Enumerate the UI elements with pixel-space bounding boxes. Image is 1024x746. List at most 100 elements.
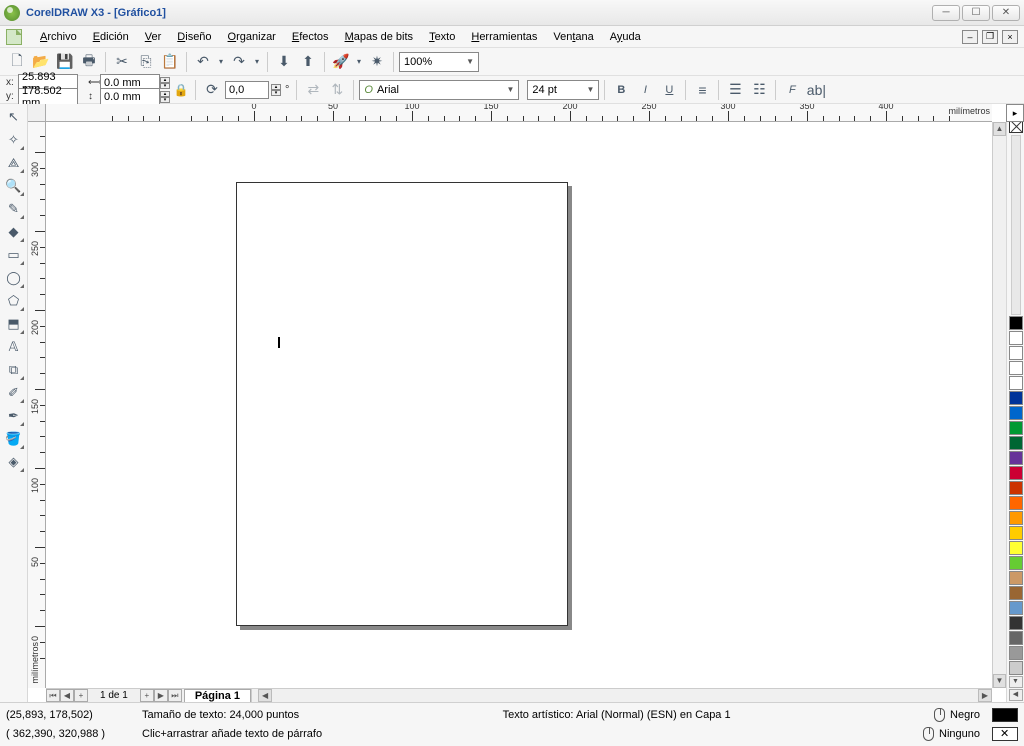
menu-ver[interactable]: Ver: [137, 29, 170, 45]
color-swatch-1[interactable]: [1009, 331, 1023, 345]
menu-herramientas[interactable]: Herramientas: [463, 29, 545, 45]
basic-shapes-tool[interactable]: ⬒: [3, 313, 25, 335]
bold-button[interactable]: B: [610, 79, 632, 101]
color-swatch-8[interactable]: [1009, 436, 1023, 450]
canvas-viewport[interactable]: [46, 122, 992, 688]
scroll-left-button[interactable]: ◀: [258, 689, 272, 702]
pick-tool[interactable]: ↖: [3, 106, 25, 128]
underline-button[interactable]: U: [658, 79, 680, 101]
color-swatch-14[interactable]: [1009, 526, 1023, 540]
crop-tool[interactable]: ⟁: [3, 152, 25, 174]
angle-field[interactable]: 0,0: [225, 81, 269, 99]
minimize-button[interactable]: ─: [932, 5, 960, 21]
color-swatch-21[interactable]: [1009, 631, 1023, 645]
char-format-button[interactable]: F: [781, 79, 803, 101]
save-button[interactable]: 💾: [54, 51, 76, 73]
freehand-tool[interactable]: ✎: [3, 198, 25, 220]
menu-organizar[interactable]: Organizar: [220, 29, 284, 45]
color-swatch-4[interactable]: [1009, 376, 1023, 390]
interactive-blend-tool[interactable]: ⧉: [3, 359, 25, 381]
print-button[interactable]: 🖶: [78, 51, 100, 73]
scroll-up-button[interactable]: ▲: [993, 122, 1006, 136]
redo-dropdown[interactable]: ▾: [252, 51, 262, 73]
cut-button[interactable]: ✂: [111, 51, 133, 73]
app-launcher-button[interactable]: 🚀: [330, 51, 352, 73]
mdi-minimize-button[interactable]: –: [962, 30, 978, 44]
menu-mapas-de-bits[interactable]: Mapas de bits: [337, 29, 422, 45]
alignment-button[interactable]: ≡: [691, 79, 713, 101]
color-swatch-2[interactable]: [1009, 346, 1023, 360]
rectangle-tool[interactable]: ▭: [3, 244, 25, 266]
palette-scroll[interactable]: [1011, 135, 1021, 315]
last-page-button[interactable]: ⏭: [168, 689, 182, 702]
color-swatch-11[interactable]: [1009, 481, 1023, 495]
fill-swatch[interactable]: [992, 708, 1018, 722]
app-launcher-dropdown[interactable]: ▾: [354, 51, 364, 73]
redo-button[interactable]: ↷: [228, 51, 250, 73]
undo-button[interactable]: ↶: [192, 51, 214, 73]
color-swatch-22[interactable]: [1009, 646, 1023, 660]
y-field[interactable]: 178.502 mm: [18, 88, 78, 106]
menu-texto[interactable]: Texto: [421, 29, 463, 45]
color-swatch-23[interactable]: [1009, 661, 1023, 675]
color-swatch-19[interactable]: [1009, 601, 1023, 615]
text-tool[interactable]: 𝔸: [3, 336, 25, 358]
drawing-page[interactable]: [236, 182, 568, 626]
next-page-button[interactable]: ▶: [154, 689, 168, 702]
new-button[interactable]: 🗋: [6, 51, 28, 73]
outline-tool[interactable]: ✒: [3, 405, 25, 427]
angle-spinner[interactable]: ▴▾: [271, 84, 281, 96]
menu-archivo[interactable]: Archivo: [32, 29, 85, 45]
polygon-tool[interactable]: ⬠: [3, 290, 25, 312]
open-button[interactable]: 📂: [30, 51, 52, 73]
palette-flyout-button[interactable]: ◀: [1009, 689, 1023, 701]
zoom-tool[interactable]: 🔍: [3, 175, 25, 197]
vertical-scrollbar[interactable]: ▲ ▼: [992, 122, 1006, 688]
smart-fill-tool[interactable]: ◆: [3, 221, 25, 243]
color-swatch-13[interactable]: [1009, 511, 1023, 525]
interactive-fill-tool[interactable]: ◈: [3, 451, 25, 473]
dropcap-button[interactable]: ☷: [748, 79, 770, 101]
add-page-before-button[interactable]: +: [74, 689, 88, 702]
font-combo[interactable]: O Arial▼: [359, 80, 519, 100]
color-swatch-5[interactable]: [1009, 391, 1023, 405]
eyedropper-tool[interactable]: ✐: [3, 382, 25, 404]
ruler-origin[interactable]: [28, 104, 46, 122]
shape-tool[interactable]: ✧: [3, 129, 25, 151]
import-button[interactable]: ⬇: [273, 51, 295, 73]
add-page-after-button[interactable]: +: [140, 689, 154, 702]
first-page-button[interactable]: ⏮: [46, 689, 60, 702]
welcome-screen-button[interactable]: ✷: [366, 51, 388, 73]
color-swatch-6[interactable]: [1009, 406, 1023, 420]
zoom-combo[interactable]: 100%▼: [399, 52, 479, 72]
scroll-down-button[interactable]: ▼: [993, 674, 1006, 688]
italic-button[interactable]: I: [634, 79, 656, 101]
scroll-right-button[interactable]: ▶: [978, 689, 992, 702]
bullets-button[interactable]: ☰: [724, 79, 746, 101]
close-button[interactable]: ✕: [992, 5, 1020, 21]
color-swatch-3[interactable]: [1009, 361, 1023, 375]
color-swatch-0[interactable]: [1009, 316, 1023, 330]
edit-text-button[interactable]: ab|: [805, 79, 827, 101]
page-tab[interactable]: Página 1: [184, 689, 251, 703]
mirror-v-button[interactable]: ⇅: [326, 79, 348, 101]
color-swatch-15[interactable]: [1009, 541, 1023, 555]
height-field[interactable]: 0.0 mm: [100, 88, 160, 106]
font-size-combo[interactable]: 24 pt▼: [527, 80, 599, 100]
menu-efectos[interactable]: Efectos: [284, 29, 337, 45]
paste-button[interactable]: 📋: [159, 51, 181, 73]
color-swatch-16[interactable]: [1009, 556, 1023, 570]
vertical-ruler[interactable]: 050100150200250300: [28, 122, 46, 688]
color-swatch-7[interactable]: [1009, 421, 1023, 435]
ellipse-tool[interactable]: ◯: [3, 267, 25, 289]
mirror-h-button[interactable]: ⇄: [302, 79, 324, 101]
mdi-close-button[interactable]: ×: [1002, 30, 1018, 44]
menu-diseño[interactable]: Diseño: [169, 29, 219, 45]
color-swatch-9[interactable]: [1009, 451, 1023, 465]
outline-swatch[interactable]: [992, 727, 1018, 741]
lock-ratio-button[interactable]: 🔒: [172, 76, 190, 104]
color-swatch-18[interactable]: [1009, 586, 1023, 600]
color-swatch-20[interactable]: [1009, 616, 1023, 630]
document-icon[interactable]: [6, 29, 22, 45]
horizontal-ruler[interactable]: 050100150200250300350400: [46, 104, 992, 122]
